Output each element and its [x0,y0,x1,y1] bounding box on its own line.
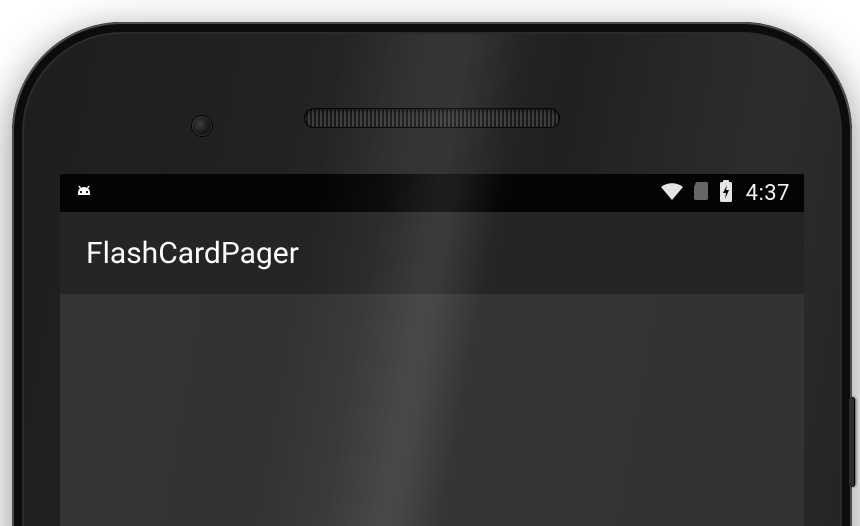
front-camera [192,116,212,136]
wifi-icon [660,181,684,206]
no-sim-icon [692,180,710,207]
status-notification-area [74,184,94,202]
app-title: FlashCardPager [86,236,299,271]
android-debug-icon [74,184,94,202]
status-clock: 4:37 [746,181,790,206]
screen: 4:37 FlashCardPager [60,174,804,526]
battery-charging-icon [718,179,734,208]
app-bar: FlashCardPager [60,212,804,294]
device-mockup-frame: 4:37 FlashCardPager [0,0,860,526]
status-bar[interactable]: 4:37 [60,174,804,212]
status-system-area: 4:37 [660,179,790,208]
earpiece-speaker [304,108,560,128]
phone-shell: 4:37 FlashCardPager [12,22,852,526]
power-button [849,397,855,487]
content-area[interactable] [60,294,804,526]
